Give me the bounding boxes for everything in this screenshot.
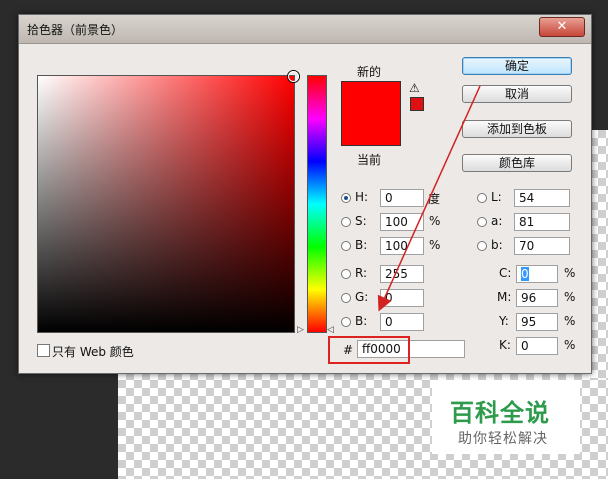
watermark-title: 百科全说 [450,399,550,427]
watermark-subtitle: 助你轻松解决 [458,431,548,447]
